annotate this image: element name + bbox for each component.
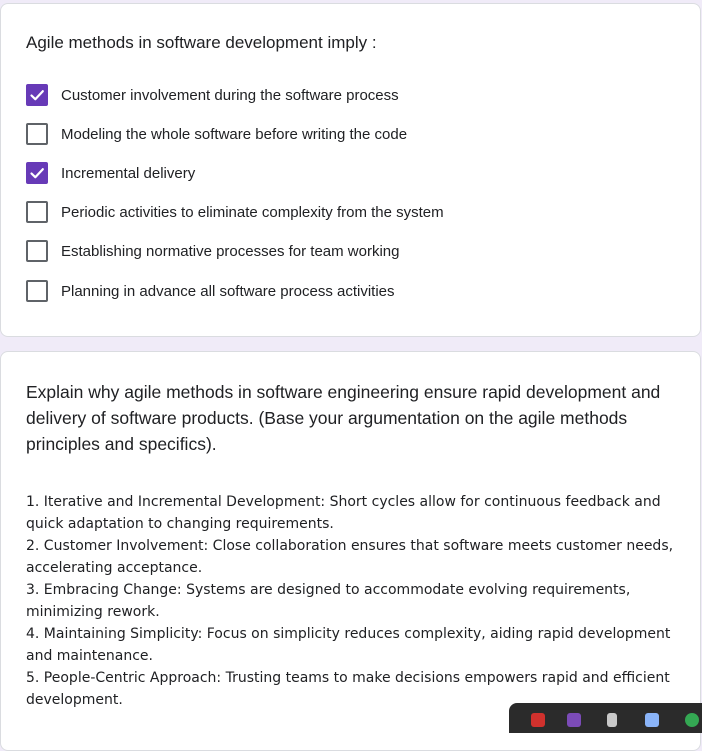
- question-title: Agile methods in software development im…: [26, 33, 377, 52]
- taskbar: [509, 703, 702, 733]
- app-icon[interactable]: [685, 713, 699, 727]
- question-title: Explain why agile methods in software en…: [26, 382, 661, 454]
- option-modeling-whole-software[interactable]: Modeling the whole software before writi…: [26, 123, 407, 145]
- app-icon[interactable]: [607, 713, 617, 727]
- option-periodic-activities[interactable]: Periodic activities to eliminate complex…: [26, 201, 444, 223]
- checkbox[interactable]: [26, 201, 48, 223]
- checkbox[interactable]: [26, 162, 48, 184]
- option-label: Customer involvement during the software…: [61, 86, 399, 104]
- option-label: Incremental delivery: [61, 164, 196, 182]
- app-icon[interactable]: [567, 713, 581, 727]
- checkbox[interactable]: [26, 84, 48, 106]
- checkbox[interactable]: [26, 123, 48, 145]
- option-label: Establishing normative processes for tea…: [61, 242, 400, 260]
- question-card-explain-agile: Explain why agile methods in software en…: [0, 351, 701, 751]
- checkmark-icon: [30, 168, 44, 179]
- checkmark-icon: [30, 90, 44, 101]
- app-icon[interactable]: [531, 713, 545, 727]
- option-planning-in-advance[interactable]: Planning in advance all software process…: [26, 280, 395, 302]
- answer-line: 4. Maintaining Simplicity: Focus on simp…: [26, 626, 671, 664]
- option-label: Modeling the whole software before writi…: [61, 125, 408, 143]
- checkbox[interactable]: [26, 280, 48, 302]
- option-incremental-delivery[interactable]: Incremental delivery: [26, 162, 195, 184]
- answer-line: 1. Iterative and Incremental Development…: [26, 494, 661, 532]
- option-label: Planning in advance all software process…: [61, 282, 395, 300]
- answer-line: 3. Embracing Change: Systems are designe…: [26, 582, 631, 620]
- option-normative-processes[interactable]: Establishing normative processes for tea…: [26, 240, 399, 262]
- answer-text[interactable]: 1. Iterative and Incremental Development…: [26, 491, 681, 711]
- option-customer-involvement[interactable]: Customer involvement during the software…: [26, 84, 399, 106]
- app-icon[interactable]: [645, 713, 659, 727]
- checkbox[interactable]: [26, 240, 48, 262]
- answer-line: 2. Customer Involvement: Close collabora…: [26, 538, 674, 576]
- option-label: Periodic activities to eliminate complex…: [61, 203, 444, 221]
- question-card-agile-methods: Agile methods in software development im…: [0, 3, 701, 337]
